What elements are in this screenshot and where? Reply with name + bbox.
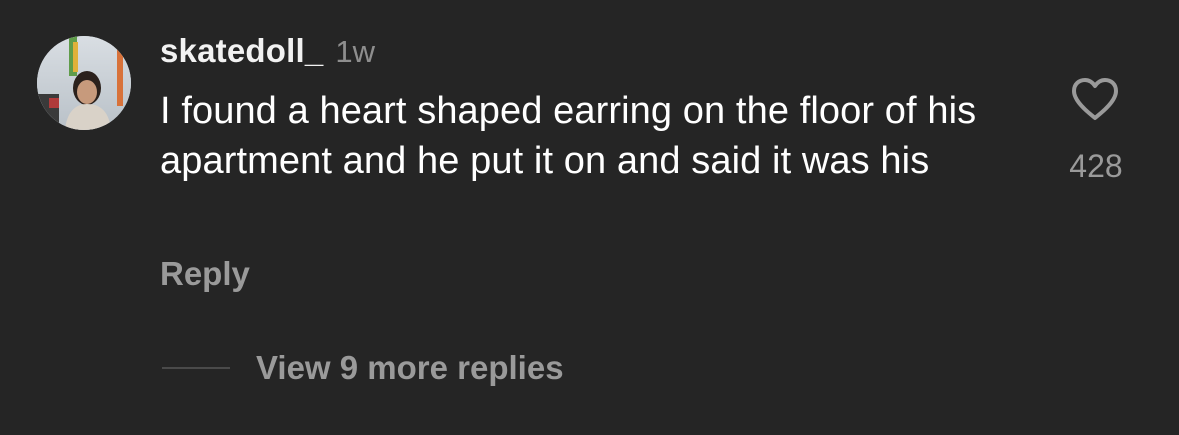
comment-item: skatedoll_ 1w I found a heart shaped ear…	[0, 0, 1179, 435]
replies-divider	[162, 367, 230, 369]
like-count: 428	[1069, 148, 1123, 184]
reply-button[interactable]: Reply	[160, 255, 250, 293]
heart-icon	[1072, 78, 1118, 120]
avatar[interactable]	[37, 36, 131, 130]
avatar-photo	[37, 36, 131, 130]
comment-text: I found a heart shaped earring on the fl…	[160, 90, 977, 182]
timestamp: 1w	[335, 34, 376, 69]
view-more-replies[interactable]: View 9 more replies	[162, 346, 564, 390]
view-replies-label: View 9 more replies	[256, 349, 564, 386]
username[interactable]: skatedoll_	[160, 32, 323, 70]
like-button[interactable]: 428	[1058, 76, 1134, 196]
comment-header: skatedoll_ 1w	[160, 32, 375, 76]
